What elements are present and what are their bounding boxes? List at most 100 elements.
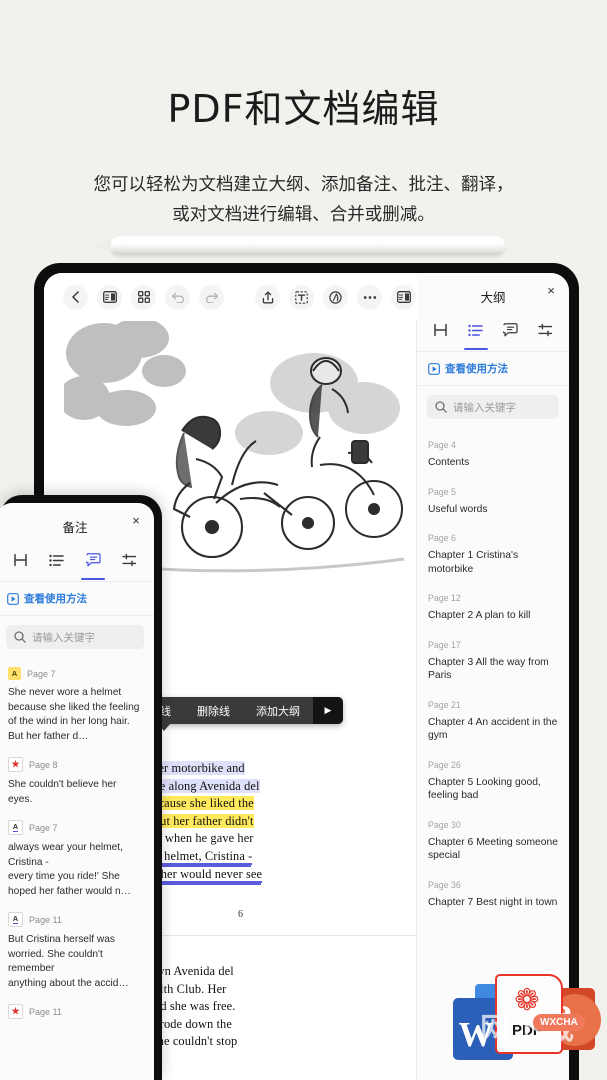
play-box-icon — [428, 363, 440, 375]
page-title: PDF和文档编辑 — [0, 0, 607, 133]
note-text: She couldn't believe her eyes. — [8, 778, 142, 807]
close-icon[interactable]: × — [129, 513, 143, 527]
outline-page-label: Page 6 — [428, 533, 558, 543]
tab-thumbnails[interactable] — [426, 315, 456, 345]
outline-title: Chapter 3 All the way from Paris — [428, 656, 558, 683]
back-chevron-icon[interactable] — [63, 285, 88, 310]
tab-comments[interactable] — [78, 545, 108, 575]
notes-list: A Page 7 She never wore a helmet because… — [0, 658, 154, 1029]
outline-page-label: Page 12 — [428, 593, 558, 603]
search-input[interactable]: 请输入关键字 — [427, 395, 559, 419]
outline-list-item[interactable]: Page 4 Contents — [417, 433, 569, 480]
star-badge-icon: ★ — [8, 1004, 23, 1019]
outline-page-label: Page 36 — [428, 880, 558, 890]
notes-panel: 备注 × 查看使用方法 请输入关键字 — [0, 503, 154, 1080]
watermark-badge: WXCHA — [533, 1014, 585, 1031]
strikethrough-button[interactable]: 删除线 — [184, 703, 243, 719]
notes-panel-tabs — [0, 543, 154, 575]
outline-title: Chapter 5 Looking good, feeling bad — [428, 776, 558, 803]
grid-icon[interactable] — [131, 285, 156, 310]
search-icon — [14, 631, 26, 643]
outline-title: Chapter 4 An accident in the gym — [428, 716, 558, 743]
note-page-label: Page 11 — [29, 1007, 62, 1017]
note-list-item[interactable]: A Page 7 always wear your helmet, Cristi… — [0, 811, 154, 903]
tab-outline[interactable] — [461, 315, 491, 345]
note-page-label: Page 8 — [29, 760, 58, 770]
redo-arrow-icon[interactable] — [199, 285, 224, 310]
howto-link[interactable]: 查看使用方法 — [417, 352, 569, 385]
outline-title: Chapter 2 A plan to kill — [428, 609, 558, 623]
note-list-item[interactable]: ★ Page 8 She couldn't believe her eyes. — [0, 748, 154, 811]
outline-list-item[interactable]: Page 21 Chapter 4 An accident in the gym — [417, 693, 569, 753]
howto-label: 查看使用方法 — [24, 591, 87, 606]
note-page-label: Page 11 — [29, 915, 62, 925]
watermark-overlay: W P ❁ PDF 网下载 WXCHA .com — [445, 960, 597, 1080]
document-toolbar — [44, 273, 417, 321]
text-select-icon[interactable] — [289, 285, 314, 310]
search-placeholder: 请输入关键字 — [32, 630, 95, 645]
outline-title: Contents — [428, 456, 558, 470]
outline-list-item[interactable]: Page 36 Chapter 7 Best night in town — [417, 873, 569, 920]
outline-title: Chapter 1 Cristina's motorbike — [428, 549, 558, 576]
note-text: She never wore a helmet because she like… — [8, 686, 142, 744]
note-meta: ★ Page 8 — [8, 757, 142, 772]
outline-panel-tabs — [417, 313, 569, 345]
outline-title: Useful words — [428, 503, 558, 517]
stylus-pen — [110, 236, 505, 255]
note-text: But Cristina herself was worried. She co… — [8, 933, 142, 991]
outline-list-item[interactable]: Page 12 Chapter 2 A plan to kill — [417, 586, 569, 633]
underline-badge-icon: A — [8, 820, 23, 835]
share-upload-icon[interactable] — [255, 285, 280, 310]
close-icon[interactable]: × — [544, 283, 558, 297]
tab-settings[interactable] — [115, 545, 145, 575]
note-meta: A Page 7 — [8, 667, 142, 680]
note-list-item[interactable]: ★ Page 11 — [0, 995, 154, 1029]
outline-page-label: Page 26 — [428, 760, 558, 770]
note-list-item[interactable]: A Page 7 She never wore a helmet because… — [0, 658, 154, 748]
promo-subtitle-line-2: 或对文档进行编辑、合并或删减。 — [0, 200, 607, 230]
howto-link[interactable]: 查看使用方法 — [0, 582, 154, 615]
tab-comments[interactable] — [496, 315, 526, 345]
pen-annotate-icon[interactable] — [323, 285, 348, 310]
undo-arrow-icon[interactable] — [165, 285, 190, 310]
outline-page-label: Page 5 — [428, 487, 558, 497]
stylus-tip — [93, 238, 111, 253]
outline-page-label: Page 21 — [428, 700, 558, 710]
outline-list-item[interactable]: Page 6 Chapter 1 Cristina's motorbike — [417, 526, 569, 586]
annotation-context-toolbar[interactable]: 划线 删除线 添加大纲 ▶ — [136, 697, 343, 724]
outline-list-item[interactable]: Page 5 Useful words — [417, 480, 569, 527]
search-icon — [435, 401, 447, 413]
add-outline-button[interactable]: 添加大纲 — [243, 703, 313, 719]
note-page-label: Page 7 — [29, 823, 58, 833]
outline-list-item[interactable]: Page 30 Chapter 6 Meeting someone specia… — [417, 813, 569, 873]
more-dots-icon[interactable] — [357, 285, 382, 310]
outline-list-item[interactable]: Page 26 Chapter 5 Looking good, feeling … — [417, 753, 569, 813]
note-meta: A Page 11 — [8, 912, 142, 927]
note-meta: A Page 7 — [8, 820, 142, 835]
tab-outline[interactable] — [42, 545, 72, 575]
outline-title: Chapter 6 Meeting someone special — [428, 836, 558, 863]
watermark-domain: .com — [527, 1038, 555, 1053]
howto-divider — [0, 615, 154, 616]
star-badge-icon: ★ — [8, 757, 23, 772]
tab-settings[interactable] — [531, 315, 561, 345]
outline-list-item[interactable]: Page 17 Chapter 3 All the way from Paris — [417, 633, 569, 693]
sidebar-panel-icon[interactable] — [97, 285, 122, 310]
underline-badge-icon: A — [8, 912, 23, 927]
note-list-item[interactable]: A Page 11 But Cristina herself was worri… — [0, 903, 154, 995]
tab-thumbnails[interactable] — [5, 545, 35, 575]
outline-panel: 大纲 × 查看使用方法 请输入关键字 — [416, 273, 569, 1080]
search-placeholder: 请输入关键字 — [453, 400, 516, 415]
more-options-arrow-icon[interactable]: ▶ — [313, 697, 343, 724]
search-input[interactable]: 请输入关键字 — [6, 625, 144, 649]
outline-page-label: Page 4 — [428, 440, 558, 450]
notes-panel-header: 备注 × — [0, 503, 154, 543]
note-page-label: Page 7 — [27, 669, 56, 679]
outline-title: Chapter 7 Best night in town — [428, 896, 558, 910]
panel-toggle-icon[interactable] — [391, 285, 416, 310]
howto-label: 查看使用方法 — [445, 361, 508, 376]
outline-list: Page 4 Contents Page 5 Useful words Page… — [417, 428, 569, 919]
outline-page-label: Page 17 — [428, 640, 558, 650]
howto-divider — [417, 385, 569, 386]
toolbar-left-group — [63, 285, 224, 310]
